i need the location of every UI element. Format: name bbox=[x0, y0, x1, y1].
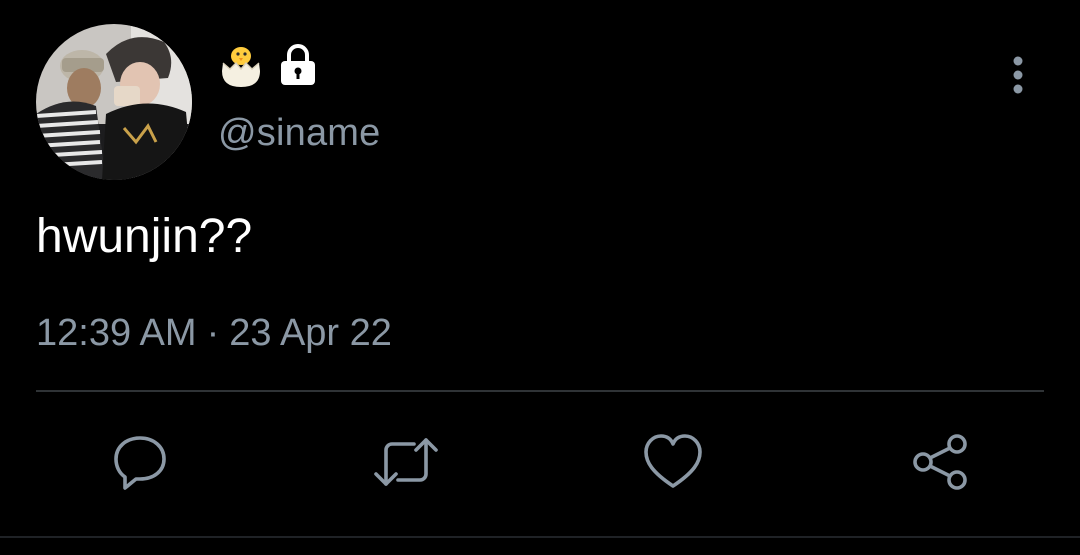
more-vertical-icon bbox=[1013, 56, 1023, 94]
lock-icon bbox=[278, 44, 318, 86]
avatar[interactable] bbox=[36, 24, 192, 180]
reply-icon bbox=[114, 436, 166, 490]
tweet-text: hwunjin?? bbox=[36, 210, 253, 263]
tweet-time: 12:39 AM bbox=[36, 312, 197, 354]
share-button[interactable] bbox=[908, 430, 972, 494]
share-icon bbox=[913, 434, 967, 490]
user-handle[interactable]: @siname bbox=[218, 110, 380, 156]
divider bbox=[36, 390, 1044, 392]
hatching-chick-icon bbox=[218, 41, 264, 89]
like-button[interactable] bbox=[641, 430, 705, 494]
retweet-icon bbox=[374, 438, 438, 486]
more-options-button[interactable] bbox=[1000, 52, 1036, 98]
meta-separator: · bbox=[206, 312, 220, 354]
avatar-photo bbox=[36, 24, 192, 180]
retweet-button[interactable] bbox=[374, 430, 438, 494]
tweet-timestamp[interactable]: 12:39 AM · 23 Apr 22 bbox=[36, 310, 392, 356]
like-icon bbox=[644, 434, 702, 488]
action-bar bbox=[0, 430, 1080, 494]
tweet-date: 23 Apr 22 bbox=[229, 312, 392, 354]
reply-button[interactable] bbox=[108, 430, 172, 494]
display-name bbox=[218, 40, 318, 90]
bottom-divider bbox=[0, 536, 1080, 538]
